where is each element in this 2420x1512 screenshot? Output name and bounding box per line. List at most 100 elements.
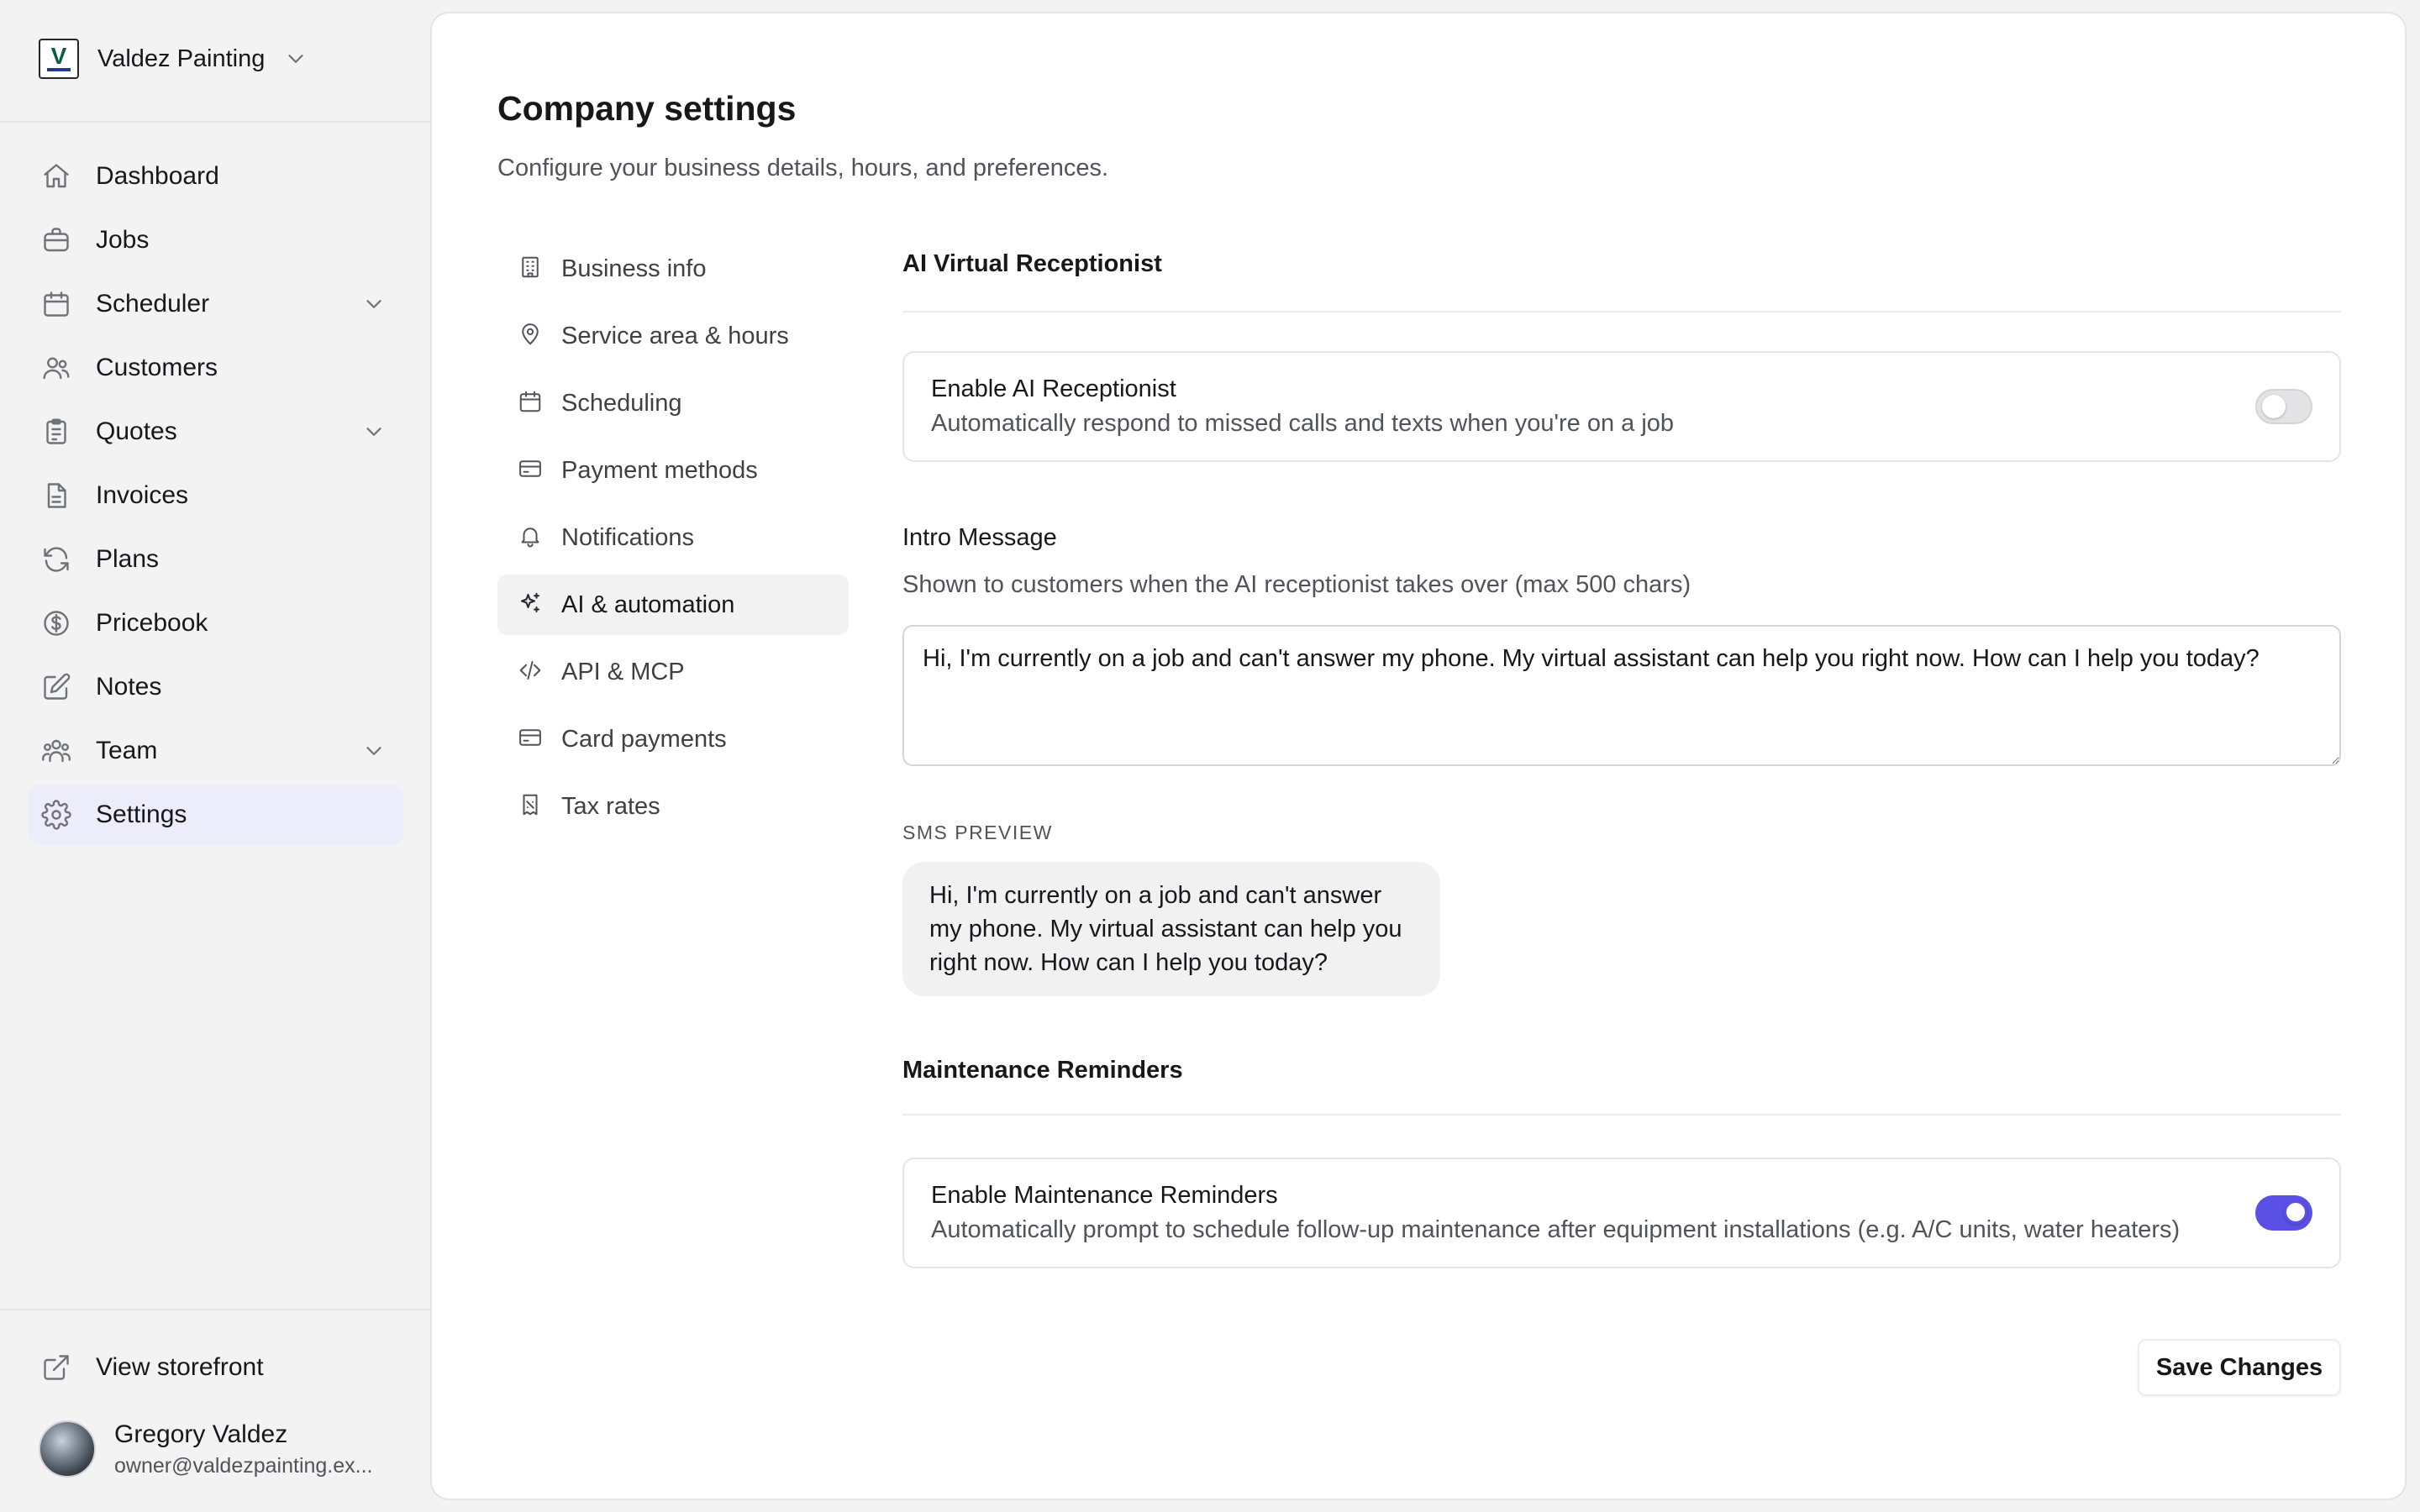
calendar-icon xyxy=(40,288,72,320)
sidebar-item-customers[interactable]: Customers xyxy=(29,338,403,398)
clipboard-icon xyxy=(40,416,72,448)
user-email: owner@valdezpainting.ex... xyxy=(114,1453,373,1478)
ai-receptionist-card: Enable AI Receptionist Automatically res… xyxy=(902,351,2341,462)
maintenance-toggle-desc: Automatically prompt to schedule follow-… xyxy=(931,1216,2181,1243)
map-pin-icon xyxy=(518,322,543,351)
settings-tab-label: Service area & hours xyxy=(561,322,789,349)
settings-tab-label: Tax rates xyxy=(561,792,660,820)
settings-tab-label: Payment methods xyxy=(561,456,758,484)
sidebar-item-label: Pricebook xyxy=(96,609,208,637)
gear-icon xyxy=(40,799,72,831)
sidebar-divider xyxy=(0,1309,430,1310)
sidebar-item-label: Team xyxy=(96,737,158,764)
sidebar-item-label: Notes xyxy=(96,673,162,701)
pencil-square-icon xyxy=(40,671,72,703)
sidebar-item-label: Plans xyxy=(96,545,160,573)
workspace-name: Valdez Painting xyxy=(97,45,266,72)
settings-tab-tax-rates[interactable]: Tax rates xyxy=(497,776,849,837)
avatar xyxy=(39,1420,96,1478)
code-icon xyxy=(518,658,543,687)
ai-receptionist-section-title: AI Virtual Receptionist xyxy=(902,250,1162,277)
sidebar-item-pricebook[interactable]: Pricebook xyxy=(29,593,403,654)
page-subtitle: Configure your business details, hours, … xyxy=(497,155,1109,181)
sparkles-icon xyxy=(518,591,543,620)
sms-preview-label: SMS PREVIEW xyxy=(902,822,1053,843)
sidebar-item-label: Dashboard xyxy=(96,162,219,190)
home-icon xyxy=(40,160,72,192)
maintenance-section-title: Maintenance Reminders xyxy=(902,1057,1183,1084)
sidebar-item-quotes[interactable]: Quotes xyxy=(29,402,403,462)
settings-tab-label: API & MCP xyxy=(561,658,685,685)
settings-tab-label: Notifications xyxy=(561,523,694,551)
intro-message-textarea[interactable]: Hi, I'm currently on a job and can't ans… xyxy=(902,625,2341,766)
settings-tab-notifications[interactable]: Notifications xyxy=(497,507,849,568)
sidebar-item-dashboard[interactable]: Dashboard xyxy=(29,146,403,207)
main-nav: Dashboard Jobs Scheduler Customers Quotes Inv… xyxy=(29,146,403,848)
sidebar-item-plans[interactable]: Plans xyxy=(29,529,403,590)
maintenance-card: Enable Maintenance Reminders Automatical… xyxy=(902,1158,2341,1268)
sidebar-item-label: Scheduler xyxy=(96,290,210,318)
file-icon xyxy=(40,480,72,512)
sidebar-footer: View storefront Gregory Valdez owner@val… xyxy=(29,1336,403,1487)
chevron-down-icon xyxy=(366,747,381,755)
refresh-icon xyxy=(40,543,72,575)
users-icon xyxy=(40,352,72,384)
settings-tab-api-mcp[interactable]: API & MCP xyxy=(497,642,849,702)
company-logo: V xyxy=(39,39,79,79)
bell-icon xyxy=(518,523,543,553)
credit-card-icon xyxy=(518,456,543,486)
team-icon xyxy=(40,735,72,767)
credit-card-icon xyxy=(518,725,543,754)
sidebar-item-label: Jobs xyxy=(96,226,150,254)
sidebar-item-team[interactable]: Team xyxy=(29,721,403,781)
view-storefront-link[interactable]: View storefront xyxy=(29,1336,403,1399)
chevron-down-icon xyxy=(366,428,381,436)
settings-tab-business-info[interactable]: Business info xyxy=(497,239,849,299)
user-name: Gregory Valdez xyxy=(114,1420,288,1448)
sidebar-item-label: Invoices xyxy=(96,481,189,509)
ai-receptionist-toggle-desc: Automatically respond to missed calls an… xyxy=(931,410,1675,437)
sidebar-divider xyxy=(0,121,430,123)
maintenance-toggle[interactable] xyxy=(2255,1195,2312,1231)
sidebar-item-label: Quotes xyxy=(96,417,177,445)
sidebar-item-notes[interactable]: Notes xyxy=(29,657,403,717)
sidebar-item-jobs[interactable]: Jobs xyxy=(29,210,403,270)
settings-tab-label: Business info xyxy=(561,255,707,282)
sidebar-item-invoices[interactable]: Invoices xyxy=(29,465,403,526)
receipt-icon xyxy=(518,792,543,822)
dollar-circle-icon xyxy=(40,607,72,639)
settings-tab-card-payments[interactable]: Card payments xyxy=(497,709,849,769)
settings-tab-payment-methods[interactable]: Payment methods xyxy=(497,440,849,501)
settings-tab-scheduling[interactable]: Scheduling xyxy=(497,373,849,433)
intro-message-label: Intro Message xyxy=(902,524,1057,551)
section-divider xyxy=(902,1114,2341,1116)
section-divider xyxy=(902,311,2341,312)
settings-tab-ai-automation[interactable]: AI & automation xyxy=(497,575,849,635)
calendar-icon xyxy=(518,389,543,418)
sidebar-item-label: Customers xyxy=(96,354,218,381)
save-changes-button[interactable]: Save Changes xyxy=(2138,1339,2341,1396)
sidebar: V Valdez Painting Dashboard Jobs Scheduler… xyxy=(0,0,430,1512)
sidebar-item-scheduler[interactable]: Scheduler xyxy=(29,274,403,334)
sidebar-item-label: Settings xyxy=(96,801,187,828)
page-title: Company settings xyxy=(497,89,797,128)
settings-tab-label: AI & automation xyxy=(561,591,735,618)
settings-tab-service-area-hours[interactable]: Service area & hours xyxy=(497,306,849,366)
workspace-switcher[interactable]: V Valdez Painting xyxy=(29,20,398,97)
view-storefront-label: View storefront xyxy=(96,1353,264,1381)
building-icon xyxy=(518,255,543,284)
app-window: V Valdez Painting Dashboard Jobs Scheduler… xyxy=(0,0,2420,1512)
intro-message-help: Shown to customers when the AI reception… xyxy=(902,571,1691,598)
settings-panel: Company settings Configure your business… xyxy=(430,12,2407,1500)
sidebar-item-settings[interactable]: Settings xyxy=(29,785,403,845)
settings-tab-label: Card payments xyxy=(561,725,727,753)
briefcase-icon xyxy=(40,224,72,256)
ai-receptionist-toggle-title: Enable AI Receptionist xyxy=(931,375,1176,402)
settings-tab-label: Scheduling xyxy=(561,389,682,417)
user-menu[interactable]: Gregory Valdez owner@valdezpainting.ex..… xyxy=(29,1411,403,1487)
chevron-down-icon xyxy=(288,55,303,63)
settings-nav: Business info Service area & hours Schedul… xyxy=(497,239,849,843)
chevron-down-icon xyxy=(366,300,381,308)
maintenance-toggle-title: Enable Maintenance Reminders xyxy=(931,1182,1278,1209)
ai-receptionist-toggle[interactable] xyxy=(2255,389,2312,424)
